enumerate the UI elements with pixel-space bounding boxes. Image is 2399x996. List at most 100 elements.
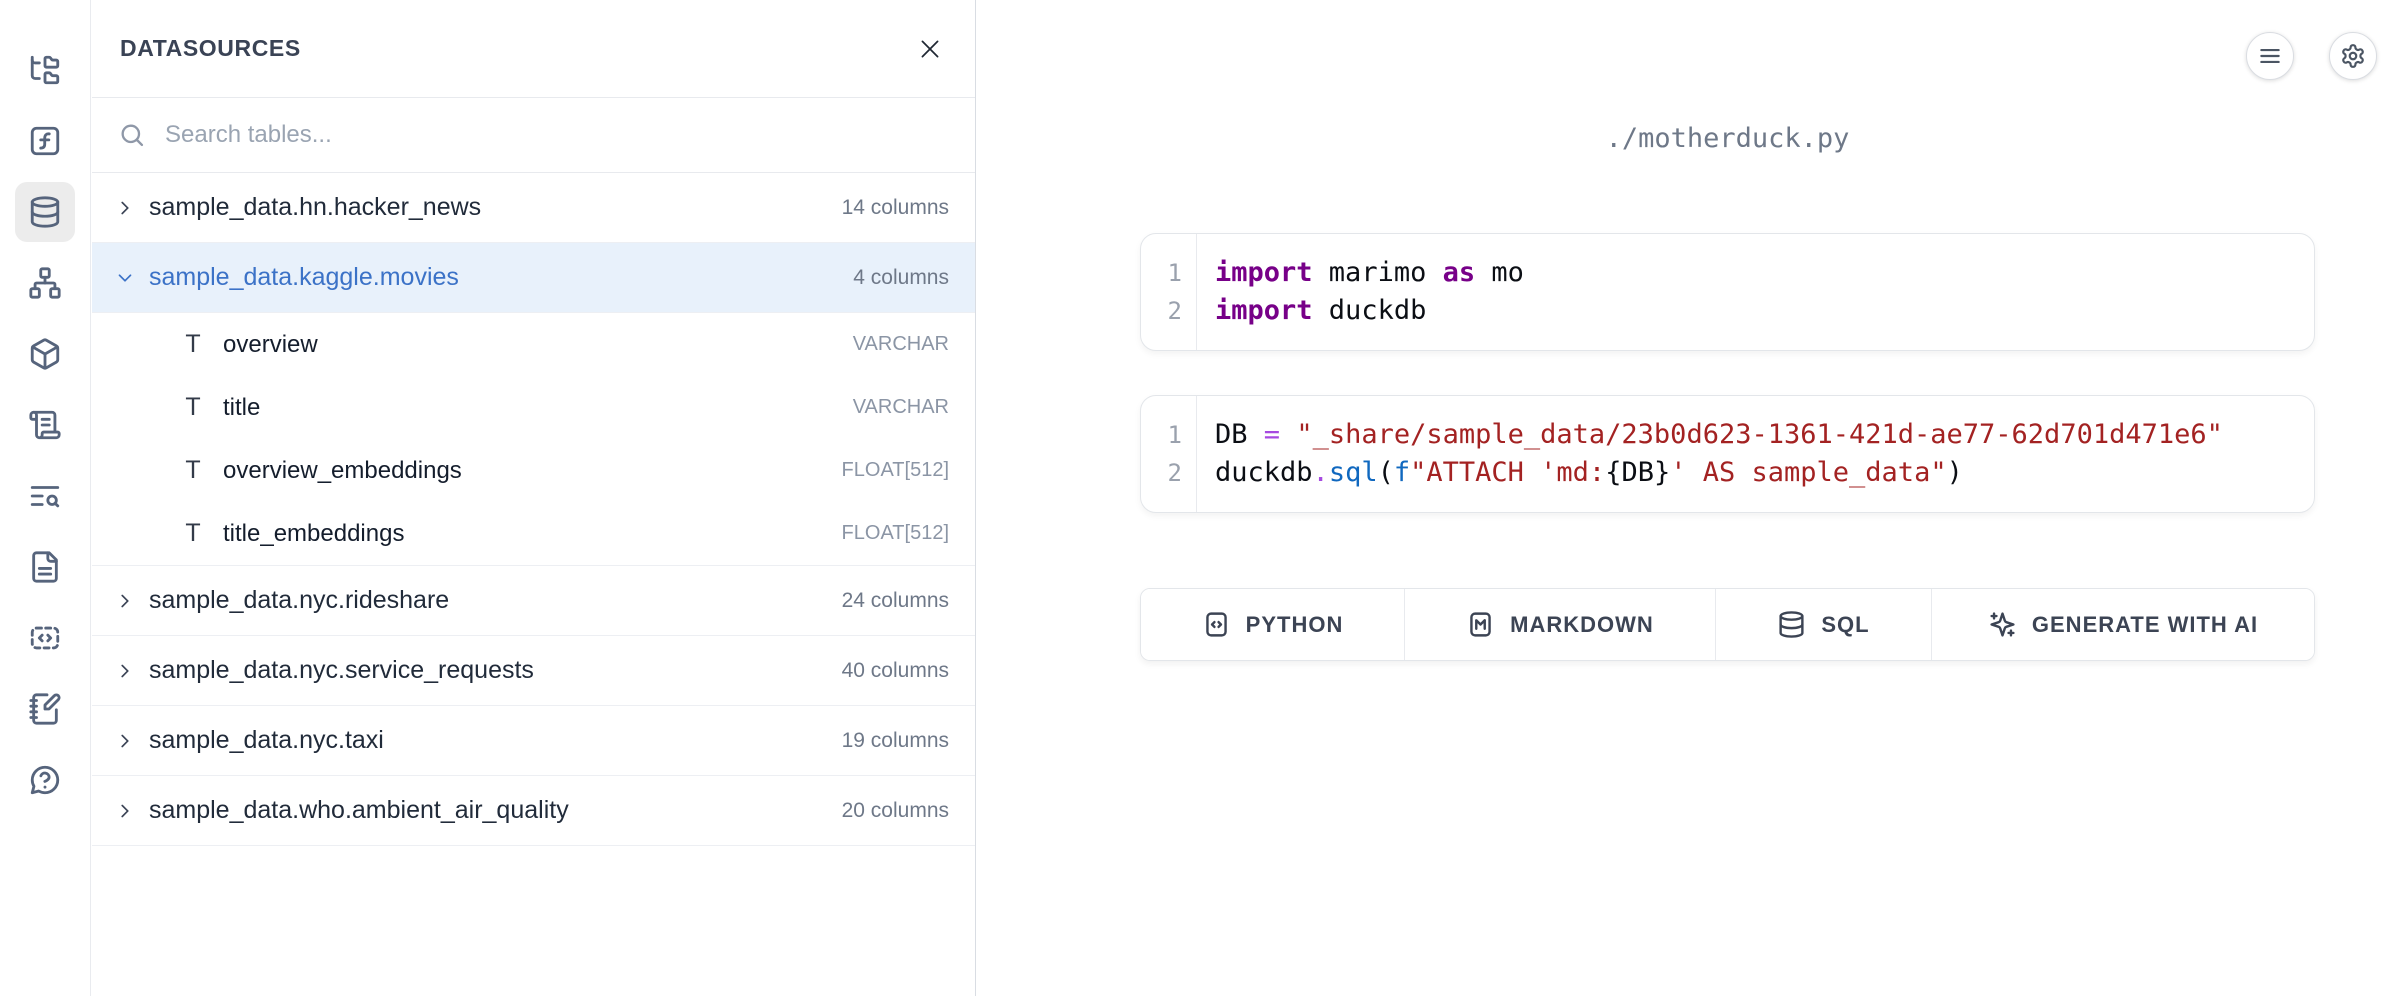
code-token: sql [1329,457,1378,488]
column-name: title_embeddings [223,520,404,548]
settings-gear-icon [2340,43,2366,69]
chevron-down-icon [114,267,136,289]
sidebar-tool-scroll-logs[interactable] [15,395,75,455]
code-cell[interactable]: 12import marimo as moimport duckdb [1140,233,2315,351]
column-row[interactable]: Toverview_embeddings FLOAT[512] [92,439,975,502]
code-token: f [1394,457,1410,488]
table-list: sample_data.hn.hacker_news14 columnssamp… [92,173,975,846]
add-cell-button-label: MARKDOWN [1510,612,1654,638]
code-token: ' AS sample_data" [1670,457,1946,488]
column-list: ToverviewVARCHARTtitleVARCHARToverview_e… [92,313,975,566]
chevron-right-icon [114,800,136,822]
add-cell-python-button[interactable]: PYTHON [1141,589,1405,660]
notebook-filename: ./motherduck.py [1140,123,2315,154]
code-cell[interactable]: 12 DB = "_share/sample_data/23b0d623-1361… [1140,395,2315,513]
code-line: DB = "_share/sample_data/23b0d623-1361-4… [1215,416,2223,454]
table-name: sample_data.kaggle.movies [149,263,459,292]
code-token: . [1313,457,1329,488]
column-name: overview [223,331,318,359]
column-row[interactable]: ToverviewVARCHAR [92,313,975,376]
column-type: FLOAT[512] [842,459,949,482]
code-token: as [1443,257,1476,288]
add-cell-bar: PYTHON MARKDOWN SQL GENERATE WITH AI [1140,588,2315,661]
icon-rail [0,0,91,996]
scroll-logs-icon [28,408,62,442]
code-token: duckdb [1215,457,1313,488]
search-input[interactable] [163,120,949,150]
sidebar-tool-database[interactable] [15,182,75,242]
notebook-pen-icon [28,692,62,726]
chevron-right-icon [114,660,136,682]
sidebar-tool-dependency-graph[interactable] [15,253,75,313]
menu-button[interactable] [2246,32,2294,80]
code-content[interactable]: import marimo as moimport duckdb [1197,234,1544,350]
add-cell-markdown-button[interactable]: MARKDOWN [1405,589,1716,660]
table-row[interactable]: sample_data.kaggle.movies4 columns [92,243,975,313]
code-token: ( [1378,457,1394,488]
code-token: {DB} [1605,457,1670,488]
table-row[interactable]: sample_data.nyc.service_requests 40 colum… [92,636,975,706]
text-type-icon: T [180,330,206,359]
sidebar-tool-text-search[interactable] [15,466,75,526]
sidebar-tool-help-chat[interactable] [15,750,75,810]
column-type: VARCHAR [853,396,949,419]
column-name: overview_embeddings [223,457,462,485]
column-type: FLOAT[512] [842,522,949,545]
code-square-icon [1202,610,1231,639]
sidebar-tool-package-box[interactable] [15,324,75,384]
sidebar-tool-file-tree[interactable] [15,40,75,100]
sidebar-tool-notebook-pen[interactable] [15,679,75,739]
text-search-icon [28,479,62,513]
code-line: duckdb.sql(f"ATTACH 'md:{DB}' AS sample_… [1215,454,2223,492]
table-name: sample_data.nyc.service_requests [149,656,534,685]
column-row[interactable]: Ttitle_embeddings FLOAT[512] [92,502,975,565]
table-name: sample_data.hn.hacker_news [149,193,481,222]
table-column-count: 14 columns [842,196,949,220]
table-column-count: 40 columns [842,659,949,683]
code-line: import duckdb [1215,292,1524,330]
close-panel-button[interactable] [913,32,947,66]
code-token: ) [1947,457,1963,488]
top-actions [2246,32,2377,80]
table-column-count: 20 columns [842,799,949,823]
menu-icon [2257,43,2283,69]
add-cell-sql-button[interactable]: SQL [1716,589,1932,660]
document-icon [28,550,62,584]
close-icon [917,36,943,62]
notebook-area: ./motherduck.py 12import marimo as moimp… [977,0,2399,996]
table-name: sample_data.nyc.taxi [149,726,384,755]
code-token: = [1264,419,1280,450]
line-number-gutter: 12 [1141,396,1197,512]
search-icon [118,121,146,149]
table-row[interactable]: sample_data.nyc.rideshare24 columns [92,566,975,636]
code-token: import [1215,257,1313,288]
add-cell-button-label: GENERATE WITH AI [2032,612,2258,638]
sidebar-tool-document[interactable] [15,537,75,597]
code-token: "ATTACH 'md: [1410,457,1605,488]
search-row [92,98,975,173]
marimo-app: DATASOURCES sample_data.hn.hacker_news 14… [0,0,2399,996]
table-column-count: 19 columns [842,729,949,753]
code-line: import marimo as mo [1215,254,1524,292]
table-row[interactable]: sample_data.nyc.taxi 19 columns [92,706,975,776]
table-row[interactable]: sample_data.who.ambient_air_quality20 co… [92,776,975,846]
sparkles-icon [1988,610,2017,639]
cells-container: 12import marimo as moimport duckdb 12 DB =… [1140,233,2315,513]
panel-title: DATASOURCES [120,35,301,62]
table-row[interactable]: sample_data.hn.hacker_news 14 columns [92,173,975,243]
sidebar-tool-code-snippet[interactable] [15,608,75,668]
database-icon [1777,610,1806,639]
file-tree-icon [28,53,62,87]
sidebar-tool-function-square[interactable] [15,111,75,171]
settings-gear-button[interactable] [2329,32,2377,80]
add-cell-generate-with-ai-button[interactable]: GENERATE WITH AI [1932,589,2314,660]
column-row[interactable]: TtitleVARCHAR [92,376,975,439]
text-type-icon: T [180,456,206,485]
add-cell-button-label: PYTHON [1246,612,1344,638]
table-column-count: 24 columns [842,589,949,613]
line-number: 2 [1141,454,1182,492]
function-square-icon [28,124,62,158]
text-type-icon: T [180,519,206,548]
code-snippet-icon [28,621,62,655]
code-content[interactable]: DB = "_share/sample_data/23b0d623-1361-4… [1197,396,2243,512]
